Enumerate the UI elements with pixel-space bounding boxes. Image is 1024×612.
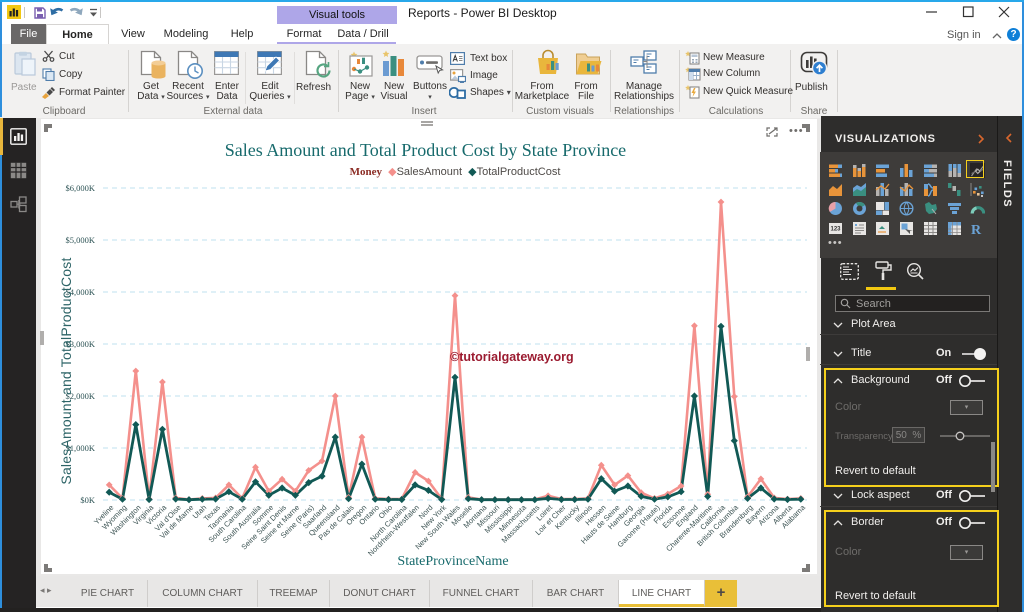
svg-text:R: R <box>971 223 982 236</box>
svg-text:123: 123 <box>831 226 842 232</box>
